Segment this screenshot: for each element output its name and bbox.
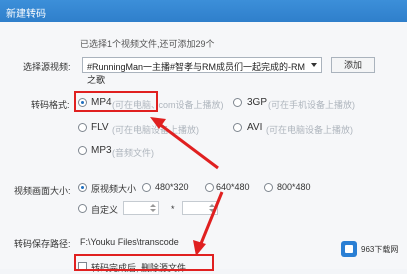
arrow-to-format-icon bbox=[150, 117, 219, 170]
site-watermark-logo: 963下载网 bbox=[340, 238, 400, 260]
arrow-to-checkbox-icon bbox=[193, 191, 224, 256]
watermark-text: 963下载网 bbox=[361, 245, 399, 254]
watermark-logo-icon bbox=[341, 241, 357, 257]
annotation-arrows bbox=[150, 117, 224, 256]
